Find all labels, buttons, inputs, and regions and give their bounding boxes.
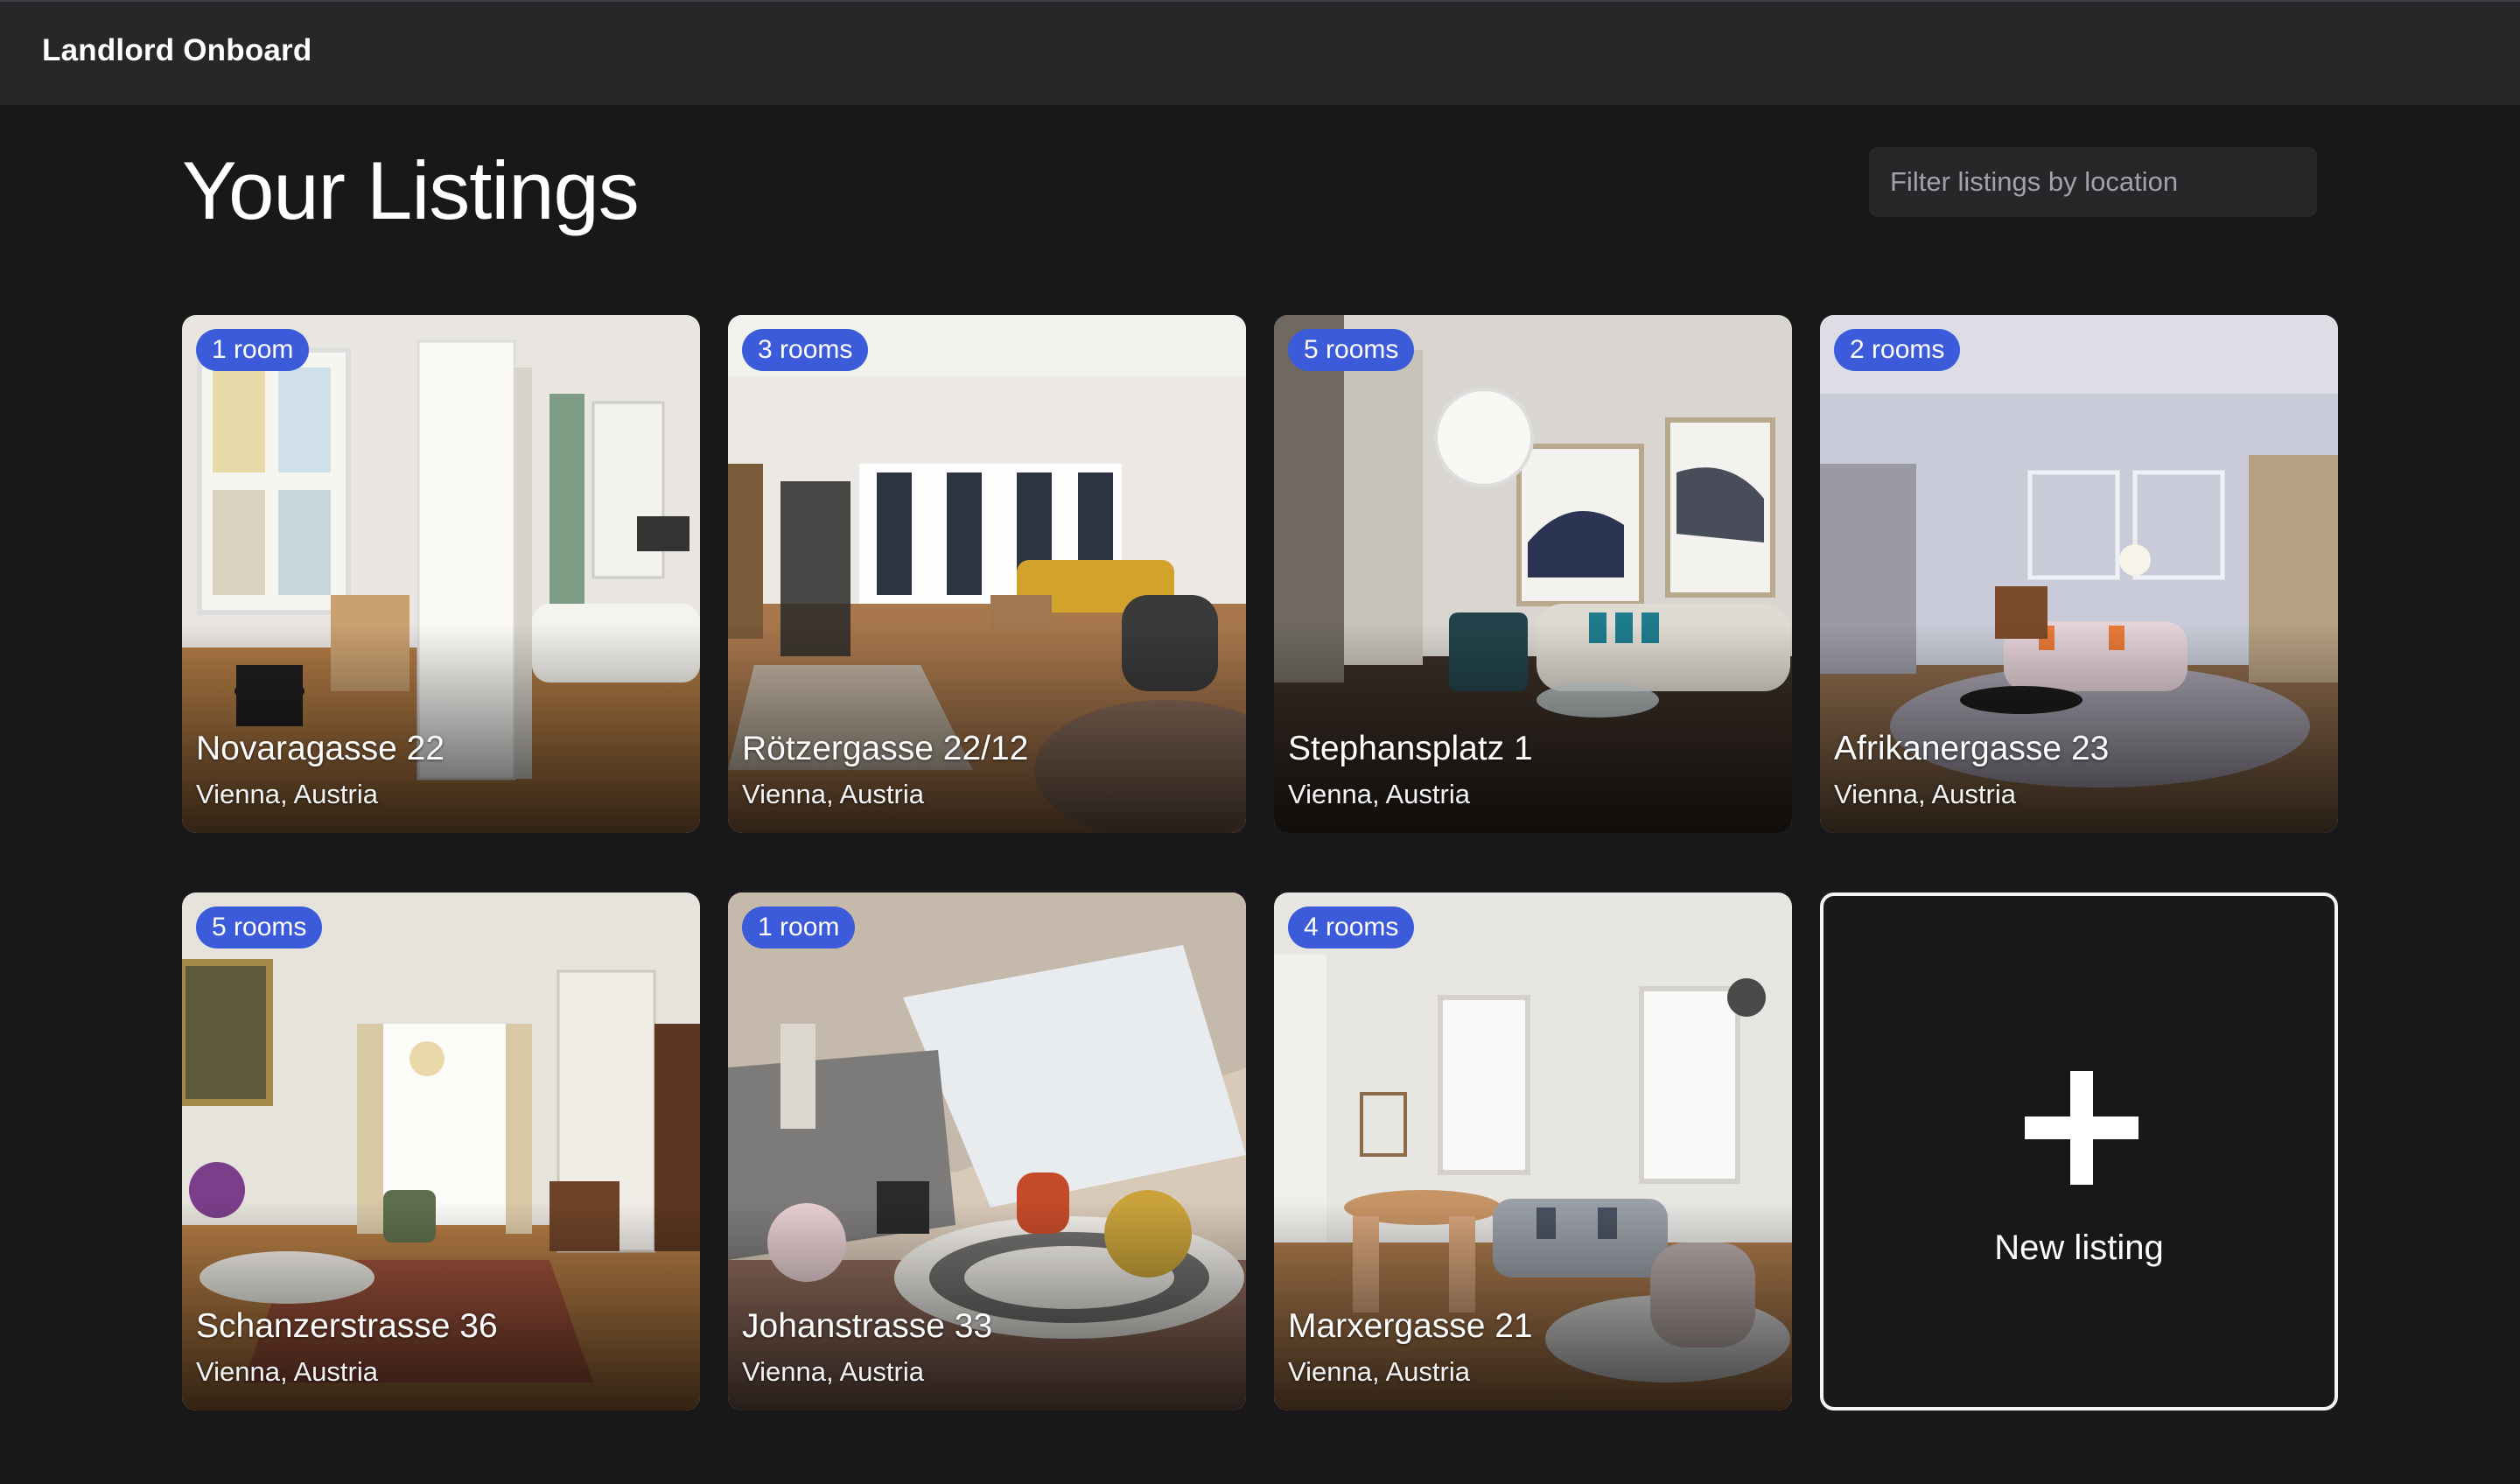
rooms-badge: 5 rooms (196, 906, 323, 948)
listing-name: Afrikanergasse 23 (1834, 730, 2110, 767)
listing-card[interactable]: 5 rooms Schanzerstrasse 36 Vienna, Austr… (182, 892, 700, 1410)
rooms-badge: 1 room (742, 906, 856, 948)
top-bar: Landlord Onboard (0, 0, 2520, 105)
listing-location: Vienna, Austria (196, 1356, 378, 1387)
listing-card[interactable]: 4 rooms Marxergasse 21 Vienna, Austria (1274, 892, 1792, 1410)
new-listing-label: New listing (1994, 1228, 2164, 1267)
listing-card[interactable]: 5 rooms Stephansplatz 1 Vienna, Austria (1274, 315, 1792, 833)
listing-location: Vienna, Austria (1288, 779, 1470, 809)
listing-card[interactable]: 1 room Johanstrasse 33 Vienna, Austria (728, 892, 1246, 1410)
listing-name: Rötzergasse 22/12 (742, 730, 1029, 767)
listing-card[interactable]: 2 rooms Afrikanergasse 23 Vienna, Austri… (1820, 315, 2338, 833)
listing-location: Vienna, Austria (1834, 779, 2016, 809)
listing-name: Stephansplatz 1 (1288, 730, 1533, 767)
page-title: Your Listings (182, 144, 640, 236)
listing-card[interactable]: 1 room Novaragasse 22 Vienna, Austria (182, 315, 700, 833)
listing-name: Schanzerstrasse 36 (196, 1307, 498, 1345)
listing-card[interactable]: 3 rooms Rötzergasse 22/12 Vienna, Austri… (728, 315, 1246, 833)
rooms-badge: 2 rooms (1834, 329, 1961, 371)
listing-location: Vienna, Austria (742, 779, 924, 809)
listings-grid: 1 room Novaragasse 22 Vienna, Austria 3 … (182, 315, 2338, 1410)
listing-name: Johanstrasse 33 (742, 1307, 993, 1345)
rooms-badge: 4 rooms (1288, 906, 1415, 948)
listing-name: Novaragasse 22 (196, 730, 445, 767)
listing-name: Marxergasse 21 (1288, 1307, 1533, 1345)
rooms-badge: 3 rooms (742, 329, 869, 371)
rooms-badge: 1 room (196, 329, 310, 371)
new-listing-button[interactable]: New listing (1820, 892, 2338, 1410)
listing-location: Vienna, Austria (742, 1356, 924, 1387)
location-filter-input[interactable] (1869, 147, 2317, 217)
listing-location: Vienna, Austria (1288, 1356, 1470, 1387)
rooms-badge: 5 rooms (1288, 329, 1415, 371)
listing-location: Vienna, Austria (196, 779, 378, 809)
app-brand[interactable]: Landlord Onboard (42, 33, 312, 68)
plus-icon (2025, 1071, 2138, 1185)
